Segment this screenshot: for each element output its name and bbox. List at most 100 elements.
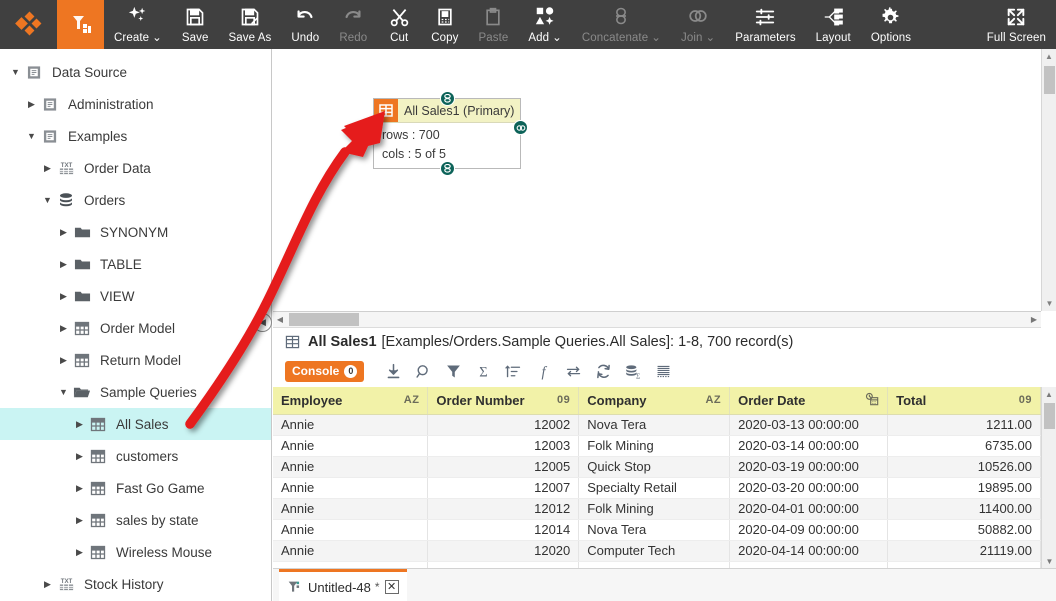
tree-item-examples[interactable]: ▼ Examples	[0, 120, 271, 152]
twisty-right-icon[interactable]: ▶	[56, 259, 71, 270]
toolbar-item-add[interactable]: Add ⌄	[518, 0, 572, 49]
twisty-right-icon[interactable]: ▶	[56, 323, 71, 334]
scrollbar-thumb[interactable]	[1044, 66, 1055, 94]
data-source-tree[interactable]: ▼ Data Source ▶ Administration ▼ Example…	[0, 49, 272, 601]
download-icon[interactable]	[378, 358, 408, 384]
tab-untitled-48[interactable]: Untitled-48 * ✕	[279, 569, 407, 601]
toolbar-item-save-as[interactable]: Save As	[219, 0, 282, 49]
top-port[interactable]	[440, 91, 455, 106]
twisty-down-icon[interactable]: ▼	[40, 195, 55, 205]
table-row[interactable]	[273, 561, 1041, 568]
toolbar-item-undo[interactable]: Undo	[281, 0, 329, 49]
column-header-order-number[interactable]: Order Number 09	[427, 387, 580, 415]
results-grid[interactable]: Employee AZ Order Number 09 Company AZ O…	[273, 387, 1056, 568]
twisty-right-icon[interactable]: ▶	[24, 99, 39, 110]
toolbar-item-create[interactable]: Create ⌄	[104, 0, 172, 49]
twisty-right-icon[interactable]: ▶	[56, 227, 71, 238]
twisty-right-icon[interactable]: ▶	[72, 515, 87, 526]
toolbar-item-options[interactable]: Options	[861, 0, 921, 49]
canvas-horizontal-scrollbar[interactable]: ◀ ▶	[273, 311, 1041, 328]
right-port[interactable]	[513, 120, 528, 135]
tree-item-view[interactable]: ▶ VIEW	[0, 280, 271, 312]
tree-item-orders[interactable]: ▼ Orders	[0, 184, 271, 216]
search-icon[interactable]	[408, 358, 438, 384]
dataset-node[interactable]: All Sales1 (Primary) rows : 700 cols : 5…	[366, 91, 528, 176]
table-row[interactable]: Annie 12005 Quick Stop 2020-03-19 00:00:…	[273, 456, 1041, 478]
scroll-down-icon[interactable]: ▼	[1042, 296, 1056, 311]
toolbar-item-full-screen[interactable]: Full Screen	[977, 0, 1056, 49]
tree-item-return-model[interactable]: ▶ Return Model	[0, 344, 271, 376]
left-port[interactable]	[366, 120, 381, 135]
scroll-up-icon[interactable]: ▲	[1042, 387, 1056, 401]
column-header-company[interactable]: Company AZ	[578, 387, 731, 415]
tree-item-stock-history[interactable]: ▶ TXT Stock History	[0, 568, 271, 600]
twisty-right-icon[interactable]: ▶	[72, 419, 87, 430]
tree-item-data-source[interactable]: ▼ Data Source	[0, 56, 271, 88]
table-row[interactable]: Annie 12014 Nova Tera 2020-04-09 00:00:0…	[273, 519, 1041, 541]
toolbar-item-join[interactable]: Join ⌄	[671, 0, 725, 49]
tree-item-administration[interactable]: ▶ Administration	[0, 88, 271, 120]
table-row[interactable]: Annie 12003 Folk Mining 2020-03-14 00:00…	[273, 435, 1041, 457]
twisty-right-icon[interactable]: ▶	[72, 483, 87, 494]
bottom-port[interactable]	[440, 161, 455, 176]
toolbar-item-layout[interactable]: Layout	[806, 0, 861, 49]
tree-item-all-sales[interactable]: ▶ All Sales	[0, 408, 271, 440]
twisty-down-icon[interactable]: ▼	[56, 387, 71, 397]
toolbar-item-paste[interactable]: Paste	[468, 0, 518, 49]
scrollbar-thumb[interactable]	[289, 313, 359, 326]
toolbar-item-copy[interactable]: Copy	[421, 0, 468, 49]
tree-item-sample-queries[interactable]: ▼ Sample Queries	[0, 376, 271, 408]
tree-item-synonym[interactable]: ▶ SYNONYM	[0, 216, 271, 248]
close-icon[interactable]: ✕	[384, 580, 399, 594]
toolbar-item-save[interactable]: Save	[172, 0, 219, 49]
scroll-left-icon[interactable]: ◀	[273, 315, 287, 324]
tree-item-sales-by-state[interactable]: ▶ sales by state	[0, 504, 271, 536]
console-button[interactable]: Console 0	[285, 360, 365, 382]
tree-item-wireless-mouse[interactable]: ▶ Wireless Mouse	[0, 536, 271, 568]
sort-icon[interactable]	[498, 358, 528, 384]
twisty-right-icon[interactable]: ▶	[40, 579, 55, 590]
scrollbar-thumb[interactable]	[1044, 403, 1055, 429]
flow-canvas[interactable]: All Sales1 (Primary) rows : 700 cols : 5…	[273, 49, 1041, 311]
toolbar-label-save-as: Save As	[228, 32, 272, 44]
tree-item-order-data[interactable]: ▶ TXT Order Data	[0, 152, 271, 184]
toolbar-item-concatenate[interactable]: Concatenate ⌄	[572, 0, 671, 49]
function-icon[interactable]: f	[528, 358, 558, 384]
scroll-up-icon[interactable]: ▲	[1042, 49, 1056, 64]
column-header-employee[interactable]: Employee AZ	[273, 387, 429, 415]
dataflow-mode-button[interactable]	[57, 0, 104, 49]
grid-vertical-scrollbar[interactable]: ▲ ▼	[1041, 387, 1056, 568]
twisty-right-icon[interactable]: ▶	[56, 355, 71, 366]
toolbar-item-redo[interactable]: Redo	[329, 0, 377, 49]
twisty-down-icon[interactable]: ▼	[24, 131, 39, 141]
refresh-icon[interactable]	[588, 358, 618, 384]
twisty-right-icon[interactable]: ▶	[72, 451, 87, 462]
collapse-sidebar-button[interactable]: ◀	[253, 313, 272, 332]
column-header-total[interactable]: Total 09	[887, 387, 1041, 415]
twisty-right-icon[interactable]: ▶	[40, 163, 55, 174]
tree-item-table[interactable]: ▶ TABLE	[0, 248, 271, 280]
toolbar-item-parameters[interactable]: Parameters	[725, 0, 805, 49]
column-header-order-date[interactable]: Order Date	[729, 387, 889, 415]
sum-icon[interactable]: Σ	[468, 358, 498, 384]
rows-icon[interactable]	[648, 358, 678, 384]
twisty-right-icon[interactable]: ▶	[72, 547, 87, 558]
table-row[interactable]: Annie 12020 Computer Tech 2020-04-14 00:…	[273, 540, 1041, 562]
tree-item-fast-go-game[interactable]: ▶ Fast Go Game	[0, 472, 271, 504]
app-logo-icon[interactable]	[0, 0, 57, 49]
table-row[interactable]: Annie 12007 Specialty Retail 2020-03-20 …	[273, 477, 1041, 499]
toolbar-item-cut[interactable]: Cut	[377, 0, 421, 49]
column-label: Order Number	[436, 392, 525, 408]
scroll-down-icon[interactable]: ▼	[1042, 554, 1056, 568]
table-row[interactable]: Annie 12002 Nova Tera 2020-03-13 00:00:0…	[273, 414, 1041, 436]
scroll-right-icon[interactable]: ▶	[1027, 315, 1041, 324]
table-row[interactable]: Annie 12012 Folk Mining 2020-04-01 00:00…	[273, 498, 1041, 520]
tree-item-order-model[interactable]: ▶ Order Model	[0, 312, 271, 344]
twisty-right-icon[interactable]: ▶	[56, 291, 71, 302]
canvas-vertical-scrollbar[interactable]: ▲ ▼	[1041, 49, 1056, 311]
twisty-down-icon[interactable]: ▼	[8, 67, 23, 77]
aggregate-db-icon[interactable]: Σ	[618, 358, 648, 384]
tree-item-customers[interactable]: ▶ customers	[0, 440, 271, 472]
filter-icon[interactable]	[438, 358, 468, 384]
swap-columns-icon[interactable]	[558, 358, 588, 384]
